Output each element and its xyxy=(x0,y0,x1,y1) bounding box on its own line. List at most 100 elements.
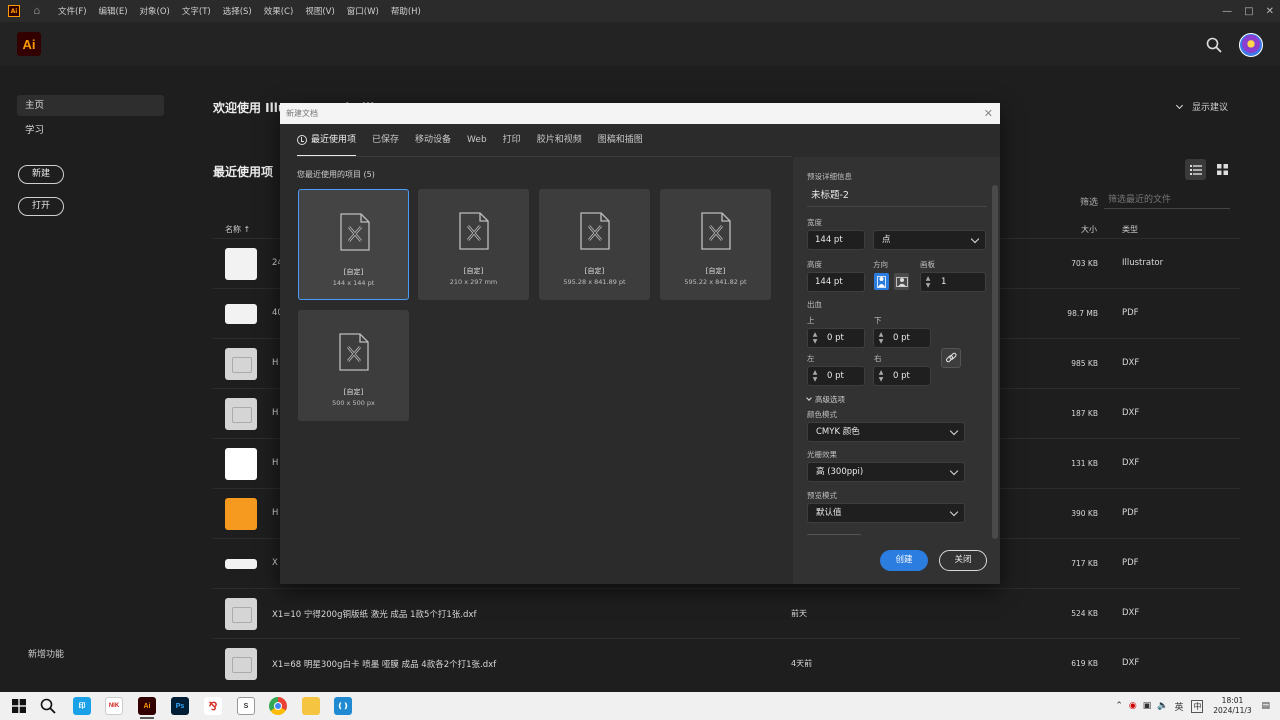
illustrator-taskbar-icon[interactable]: Ai xyxy=(138,697,156,715)
artboards-input[interactable]: ▲ ▼ 1 xyxy=(920,272,986,292)
preset-card[interactable]: [自定] 595.22 x 841.82 pt xyxy=(660,189,771,300)
col-size-header[interactable]: 大小 xyxy=(1081,224,1097,235)
menu-select[interactable]: 选择(S) xyxy=(223,5,252,17)
menu-help[interactable]: 帮助(H) xyxy=(391,5,421,17)
grid-view-button[interactable] xyxy=(1212,159,1233,180)
windows-start-icon[interactable] xyxy=(12,699,26,713)
show-suggestions-toggle[interactable]: 显示建议 xyxy=(1175,100,1228,113)
new-button[interactable]: 新建 xyxy=(18,165,64,184)
chevron-down-icon xyxy=(949,466,959,476)
app-icon-nik[interactable]: NIK xyxy=(105,697,123,715)
ime-mode[interactable]: 中 xyxy=(1191,699,1204,713)
tab-print[interactable]: 打印 xyxy=(503,131,521,157)
clock[interactable]: 18:01 2024/11/3 xyxy=(1209,696,1255,716)
bleed-bottom-input[interactable]: ▲ ▼ 0 pt xyxy=(873,328,931,348)
input-language[interactable]: 英 xyxy=(1174,700,1183,713)
close-icon[interactable]: ✕ xyxy=(1266,6,1274,17)
table-row[interactable]: X1=68 明星300g白卡 喷墨 哑膜 成品 4款各2个打1张.dxf 4天前 6… xyxy=(213,638,1240,688)
col-type-header[interactable]: 类型 xyxy=(1122,224,1138,235)
home-icon[interactable]: ⌂ xyxy=(30,5,44,17)
stepper-icon[interactable]: ▲ ▼ xyxy=(876,369,886,383)
tab-art-illustration[interactable]: 图稿和插图 xyxy=(598,131,643,157)
color-mode-select[interactable]: CMYK 颜色 xyxy=(807,422,965,442)
search-icon[interactable] xyxy=(1205,36,1223,54)
menu-window[interactable]: 窗口(W) xyxy=(347,5,379,17)
menu-file[interactable]: 文件(F) xyxy=(58,5,87,17)
width-label: 宽度 xyxy=(807,218,822,227)
notification-icon[interactable]: ▤ xyxy=(1261,701,1270,711)
bleed-left-input[interactable]: ▲ ▼ 0 pt xyxy=(807,366,865,386)
preset-card[interactable]: [自定] 500 x 500 px xyxy=(298,310,409,421)
tab-recent[interactable]: 最近使用项 xyxy=(297,131,357,157)
landscape-orientation-button[interactable] xyxy=(894,273,909,290)
preset-name: [自定] xyxy=(343,388,364,396)
photoshop-taskbar-icon[interactable]: Ps xyxy=(171,697,189,715)
menu-view[interactable]: 视图(V) xyxy=(305,5,334,17)
advanced-options-toggle[interactable]: 高级选项 xyxy=(806,394,845,405)
tab-saved[interactable]: 已保存 xyxy=(372,131,399,157)
maximize-icon[interactable]: □ xyxy=(1244,6,1253,17)
preset-card[interactable]: [自定] 210 x 297 mm xyxy=(418,189,529,300)
close-button[interactable]: 关闭 xyxy=(939,550,987,571)
bleed-top-value: 0 pt xyxy=(827,333,844,343)
minimize-icon[interactable]: — xyxy=(1222,6,1232,17)
open-button[interactable]: 打开 xyxy=(18,197,64,216)
menu-effect[interactable]: 效果(C) xyxy=(264,5,294,17)
table-row[interactable]: X1=10 宁得200g铜版纸 激光 成品 1款5个打1张.dxf 前天 524 K… xyxy=(213,588,1240,638)
file-explorer-icon[interactable] xyxy=(302,697,320,715)
preview-mode-value: 默认值 xyxy=(816,508,842,518)
whats-new-link[interactable]: 新增功能 xyxy=(28,647,64,660)
pdf-reader-icon[interactable]: ⅋ xyxy=(204,697,222,715)
illustrator-logo: Ai xyxy=(17,32,41,56)
raster-effects-select[interactable]: 高 (300ppi) xyxy=(807,462,965,482)
network-icon[interactable]: ▣ xyxy=(1143,701,1152,711)
chevron-up-icon[interactable]: ⌃ xyxy=(1115,701,1123,711)
height-input[interactable]: 144 pt xyxy=(807,272,865,292)
menu-type[interactable]: 文字(T) xyxy=(182,5,211,17)
width-input[interactable]: 144 pt xyxy=(807,230,865,250)
tab-web[interactable]: Web xyxy=(467,131,487,157)
portrait-orientation-button[interactable] xyxy=(874,273,889,290)
col-name-header[interactable]: 名称 ↑ xyxy=(225,224,250,235)
link-bleed-button[interactable] xyxy=(941,348,961,368)
more-settings-button-edge[interactable] xyxy=(807,534,861,538)
app-icon-1[interactable]: 印 xyxy=(73,697,91,715)
nav-home[interactable]: 主页 xyxy=(17,95,164,116)
bleed-right-input[interactable]: ▲ ▼ 0 pt xyxy=(873,366,931,386)
app-icon-s[interactable]: S xyxy=(237,697,255,715)
file-type: DXF xyxy=(1122,658,1140,668)
windows-taskbar: 印 NIK Ai Ps ⅋ S ❪❫ ⌃ ◉ ▣ 🔈 英 中 18:01 202… xyxy=(0,692,1280,720)
stepper-icon[interactable]: ▲ ▼ xyxy=(876,331,886,345)
clock-time: 18:01 xyxy=(1221,696,1244,705)
chrome-icon[interactable] xyxy=(269,697,287,715)
volume-icon[interactable]: 🔈 xyxy=(1157,701,1168,711)
stepper-icon[interactable]: ▲ ▼ xyxy=(810,369,820,383)
search-icon[interactable] xyxy=(40,698,56,714)
bleed-top-input[interactable]: ▲ ▼ 0 pt xyxy=(807,328,865,348)
dialog-close-icon[interactable]: ✕ xyxy=(984,103,993,124)
file-thumbnail xyxy=(225,304,257,324)
details-scrollbar[interactable] xyxy=(992,185,998,539)
window-controls: — □ ✕ xyxy=(1222,0,1274,22)
list-view-button[interactable] xyxy=(1185,159,1206,180)
stepper-icon[interactable]: ▲ ▼ xyxy=(923,275,933,289)
preset-card[interactable]: [自定] 144 x 144 pt xyxy=(298,189,409,300)
create-button[interactable]: 创建 xyxy=(880,550,928,571)
preview-mode-select[interactable]: 默认值 xyxy=(807,503,965,523)
filter-input[interactable] xyxy=(1104,190,1230,209)
clock-icon xyxy=(297,135,307,145)
menu-object[interactable]: 对象(O) xyxy=(140,5,170,17)
vscode-icon[interactable]: ❪❫ xyxy=(334,697,352,715)
stepper-icon[interactable]: ▲ ▼ xyxy=(810,331,820,345)
nav-learn[interactable]: 学习 xyxy=(17,120,164,141)
preset-card[interactable]: [自定] 595.28 x 841.89 pt xyxy=(539,189,650,300)
tab-film-video[interactable]: 胶片和视频 xyxy=(537,131,582,157)
document-name-input[interactable]: 未标题-2 xyxy=(807,187,987,207)
unit-select[interactable]: 点 xyxy=(873,230,986,250)
tab-mobile[interactable]: 移动设备 xyxy=(415,131,451,157)
file-thumbnail xyxy=(225,648,257,680)
tray-app-icon[interactable]: ◉ xyxy=(1129,701,1137,711)
preset-name: [自定] xyxy=(343,268,364,276)
avatar[interactable] xyxy=(1239,33,1263,57)
menu-edit[interactable]: 编辑(E) xyxy=(99,5,128,17)
